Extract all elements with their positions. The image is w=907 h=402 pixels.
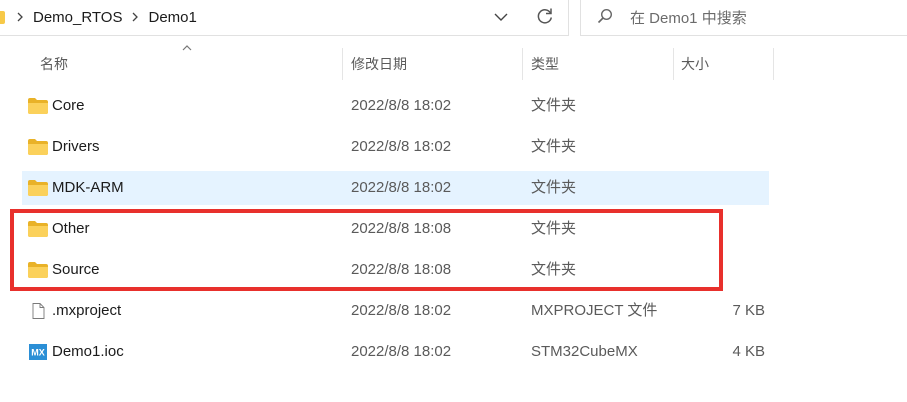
file-name: Drivers — [52, 138, 100, 155]
column-header-type[interactable]: 类型 — [531, 48, 559, 80]
file-date: 2022/8/8 18:02 — [351, 97, 452, 114]
file-name: MDK-ARM — [52, 179, 124, 196]
file-date: 2022/8/8 18:02 — [351, 179, 452, 196]
mx-icon-label: MX — [31, 348, 45, 358]
search-box[interactable]: 在 Demo1 中搜索 — [580, 0, 907, 36]
folder-icon — [28, 98, 48, 114]
file-row-selected[interactable]: MDK-ARM 2022/8/8 18:02 文件夹 — [22, 171, 769, 205]
column-divider[interactable] — [673, 48, 674, 80]
file-name: Core — [52, 97, 85, 114]
column-header-name[interactable]: 名称 — [40, 48, 68, 80]
file-size: 4 KB — [732, 343, 765, 360]
file-date: 2022/8/8 18:02 — [351, 343, 452, 360]
file-type: 文件夹 — [531, 179, 577, 196]
file-icon — [32, 303, 45, 319]
highlight-annotation-box — [10, 209, 723, 291]
file-type: 文件夹 — [531, 97, 577, 114]
folder-icon — [28, 180, 48, 196]
chevron-right-icon[interactable] — [11, 12, 29, 22]
file-row[interactable]: MX Demo1.ioc 2022/8/8 18:02 STM32CubeMX … — [22, 335, 769, 369]
column-divider[interactable] — [342, 48, 343, 80]
breadcrumb: Demo_RTOS Demo1 — [0, 6, 201, 28]
chevron-right-icon[interactable] — [126, 12, 144, 22]
file-type: MXPROJECT 文件 — [531, 302, 658, 319]
file-type: 文件夹 — [531, 138, 577, 155]
column-header-size[interactable]: 大小 — [681, 48, 709, 80]
chevron-down-icon[interactable] — [493, 9, 509, 25]
file-date: 2022/8/8 18:02 — [351, 138, 452, 155]
file-row[interactable]: Core 2022/8/8 18:02 文件夹 — [22, 89, 769, 123]
folder-icon — [0, 10, 5, 24]
file-date: 2022/8/8 18:02 — [351, 302, 452, 319]
breadcrumb-item[interactable]: Demo_RTOS — [29, 9, 126, 26]
mx-icon: MX — [29, 344, 47, 360]
file-size: 7 KB — [732, 302, 765, 319]
column-header-date[interactable]: 修改日期 — [351, 48, 407, 80]
folder-icon — [28, 139, 48, 155]
column-divider[interactable] — [522, 48, 523, 80]
file-row[interactable]: Drivers 2022/8/8 18:02 文件夹 — [22, 130, 769, 164]
column-divider[interactable] — [773, 48, 774, 80]
address-bar[interactable]: Demo_RTOS Demo1 — [0, 0, 569, 36]
refresh-icon[interactable] — [535, 6, 555, 26]
file-row[interactable]: .mxproject 2022/8/8 18:02 MXPROJECT 文件 7… — [22, 294, 769, 328]
search-icon — [597, 8, 613, 24]
file-name: .mxproject — [52, 302, 122, 319]
breadcrumb-item[interactable]: Demo1 — [144, 9, 200, 26]
file-type: STM32CubeMX — [531, 343, 638, 360]
search-input[interactable]: 在 Demo1 中搜索 — [630, 7, 747, 28]
sort-ascending-icon — [182, 45, 192, 51]
column-header-row: 名称 修改日期 类型 大小 — [0, 45, 907, 80]
file-name: Demo1.ioc — [52, 343, 124, 360]
